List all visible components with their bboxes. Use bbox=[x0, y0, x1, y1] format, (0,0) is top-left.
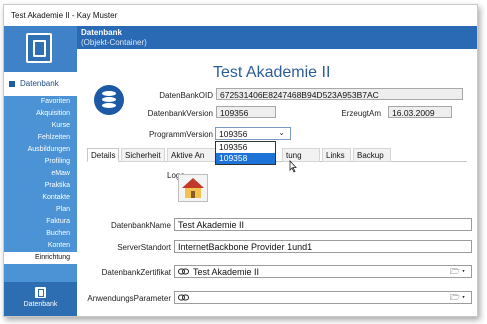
page-header: Datenbank (Objekt-Container) bbox=[77, 26, 477, 49]
folder-open-icon[interactable]: 🗁 bbox=[450, 293, 460, 302]
cert-field[interactable]: Test Akademie II 🗁 ▾ bbox=[174, 265, 472, 278]
server-field[interactable]: InternetBackbone Provider 1und1 bbox=[174, 240, 472, 253]
house-icon bbox=[182, 178, 204, 198]
tab-links[interactable]: Links bbox=[322, 148, 351, 162]
program-version-value: 109356 bbox=[219, 129, 248, 139]
sidebar: Datenbank Favoriten Akquisition Kurse Fe… bbox=[4, 26, 77, 316]
sidebar-item-einrichtung[interactable]: Einrichtung bbox=[4, 252, 77, 264]
cert-value: Test Akademie II bbox=[193, 267, 260, 277]
app-logo-icon bbox=[26, 33, 52, 63]
tab-details[interactable]: Details bbox=[87, 148, 119, 162]
tab-bar: Details Sicherheit Aktive An tung Links … bbox=[87, 148, 467, 162]
link-icon bbox=[178, 294, 189, 301]
server-label: ServerStandort bbox=[117, 243, 171, 252]
chevron-down-icon[interactable]: ⌄ bbox=[278, 128, 285, 137]
database-small-icon bbox=[35, 287, 46, 298]
folder-open-icon[interactable]: 🗁 bbox=[450, 267, 460, 276]
page-title: Test Akademie II bbox=[213, 64, 331, 81]
sidebar-section-datenbank[interactable]: Datenbank bbox=[4, 72, 77, 96]
sidebar-bottom-datenbank[interactable]: Datenbank bbox=[4, 282, 77, 316]
params-field[interactable]: 🗁 ▾ bbox=[174, 291, 472, 304]
program-version-dropdown: 109356 109358 bbox=[215, 141, 276, 165]
sidebar-item-faktura[interactable]: Faktura bbox=[4, 216, 77, 228]
program-version-select[interactable]: 109356 ⌄ bbox=[215, 127, 291, 140]
version-label: DatenbankVersion bbox=[147, 109, 213, 118]
sidebar-item-fehlzeiten[interactable]: Fehlzeiten bbox=[4, 132, 77, 144]
sidebar-item-konten[interactable]: Konten bbox=[4, 240, 77, 252]
tab-backup[interactable]: Backup bbox=[353, 148, 391, 162]
created-field[interactable]: 16.03.2009 bbox=[388, 106, 452, 118]
page-header-subtitle: (Objekt-Container) bbox=[81, 38, 147, 47]
cert-label: DatenbankZertifikat bbox=[101, 268, 171, 277]
created-label: ErzeugtAm bbox=[341, 109, 381, 118]
mouse-cursor-icon bbox=[289, 160, 297, 173]
sidebar-item-buchen[interactable]: Buchen bbox=[4, 228, 77, 240]
cert-actions: 🗁 ▾ bbox=[450, 266, 465, 280]
sidebar-menu: Favoriten Akquisition Kurse Fehlzeiten A… bbox=[4, 96, 77, 264]
dropdown-option[interactable]: 109356 bbox=[216, 142, 275, 153]
sidebar-item-ausbildungen[interactable]: Ausbildungen bbox=[4, 144, 77, 156]
app-window: Test Akademie II - Kay Muster Datenbank … bbox=[3, 4, 478, 317]
sidebar-item-akquisition[interactable]: Akquisition bbox=[4, 108, 77, 120]
link-icon bbox=[178, 268, 189, 275]
oid-field[interactable]: 672531406E8247468B94D523A953B7AC bbox=[216, 88, 463, 100]
app-logo[interactable] bbox=[4, 26, 77, 72]
sidebar-bottom-label: Datenbank bbox=[23, 301, 58, 308]
window-title: Test Akademie II - Kay Muster bbox=[4, 5, 477, 26]
page-header-title: Datenbank bbox=[81, 28, 122, 37]
program-version-label: ProgrammVersion bbox=[148, 130, 213, 139]
main-content: Test Akademie II DatenBankOID 672531406E… bbox=[77, 49, 477, 316]
params-actions: 🗁 ▾ bbox=[450, 292, 465, 306]
dropdown-option-highlighted[interactable]: 109358 bbox=[216, 153, 275, 164]
chevron-down-icon[interactable]: ▾ bbox=[462, 267, 465, 276]
sidebar-item-plan[interactable]: Plan bbox=[4, 204, 77, 216]
sidebar-item-emaw[interactable]: eMaw bbox=[4, 168, 77, 180]
sidebar-item-kurse[interactable]: Kurse bbox=[4, 120, 77, 132]
database-icon bbox=[94, 85, 124, 115]
db-name-label: DatenbankName bbox=[110, 221, 171, 230]
sidebar-section-label: Datenbank bbox=[20, 79, 59, 88]
sidebar-item-praktika[interactable]: Praktika bbox=[4, 180, 77, 192]
version-field[interactable]: 109356 bbox=[216, 106, 276, 118]
sidebar-item-kontakte[interactable]: Kontakte bbox=[4, 192, 77, 204]
sidebar-item-favoriten[interactable]: Favoriten bbox=[4, 96, 77, 108]
chevron-down-icon[interactable]: ▾ bbox=[462, 293, 465, 302]
logo-image[interactable] bbox=[178, 174, 208, 202]
square-icon bbox=[9, 81, 15, 87]
sidebar-item-profiling[interactable]: Profiling bbox=[4, 156, 77, 168]
oid-label: DatenBankOID bbox=[159, 91, 213, 100]
db-name-field[interactable]: Test Akademie II bbox=[174, 218, 472, 231]
params-label: AnwendungsParameter bbox=[87, 294, 171, 303]
tab-sicherheit[interactable]: Sicherheit bbox=[121, 148, 165, 162]
